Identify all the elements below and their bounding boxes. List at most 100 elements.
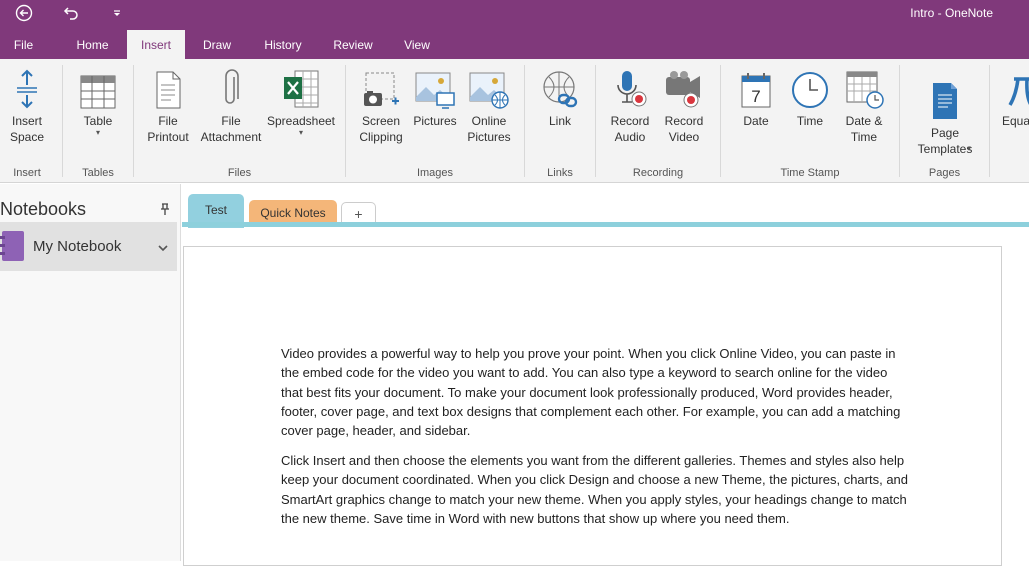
back-button[interactable] [10,0,38,26]
tab-draw[interactable]: Draw [193,30,241,59]
record-video-button[interactable]: Record Video [660,65,708,145]
file-printout-icon [156,71,181,109]
tab-view[interactable]: View [393,30,441,59]
link-label: Link [548,114,571,128]
page-template-icon [933,83,957,119]
tab-home[interactable]: Home [65,30,120,59]
file-attachment-button[interactable]: File Attachment [197,65,265,145]
customize-icon [114,10,120,16]
insert-space-icon [17,69,37,109]
equation-button[interactable]: Equa [1002,65,1029,129]
online-pictures-label: Online Pictures [467,114,511,144]
date-time-icon [846,71,884,109]
excel-icon [284,70,319,108]
group-label-tables: Tables [82,167,114,179]
video-camera-icon [666,71,700,108]
back-icon [15,4,33,22]
online-pictures-button[interactable]: Online Pictures [464,65,514,145]
date-and-time-button[interactable]: Date & Time [840,65,888,145]
screen-clipping-button[interactable]: Screen Clipping [356,65,406,145]
date-and-time-label: Date & Time [845,114,883,144]
page-paragraph[interactable]: Video provides a powerful way to help yo… [281,344,911,440]
group-label-files: Files [227,167,252,179]
spreadsheet-label: Spreadsheet [266,114,336,128]
group-label-pages: Pages [928,167,961,179]
online-pictures-icon [469,72,509,109]
group-label-links: Links [547,167,573,179]
pin-icon [161,203,169,215]
page-paragraph[interactable]: Click Insert and then choose the element… [281,451,911,528]
page-templates-button[interactable]: Page Templates ▾ [910,65,980,157]
divider [595,65,596,177]
tab-insert[interactable]: Insert [127,30,185,59]
chevron-down-icon [158,245,168,252]
calendar-date-number: 7 [751,87,760,106]
ribbon: Insert Space Table ▾ File Printout File … [0,59,1029,183]
divider [720,65,721,177]
customize-quick-access-button[interactable] [108,0,126,26]
table-button[interactable]: Table ▾ [77,65,119,137]
screen-clipping-icon [364,72,399,106]
date-button[interactable]: 7 Date [735,65,777,129]
divider [62,65,63,177]
divider [524,65,525,177]
pictures-icon [415,72,455,109]
group-label-time-stamp: Time Stamp [780,167,840,179]
notebooks-pane: Notebooks My Notebook [0,184,181,561]
link-button[interactable]: Link [538,65,582,129]
expand-notebook-button[interactable] [157,240,169,252]
divider [989,65,990,177]
link-icon [543,71,578,108]
pictures-button[interactable]: Pictures [412,65,458,129]
group-label-recording: Recording [632,167,684,179]
record-audio-label: Record Audio [610,114,650,144]
file-printout-label: File Printout [147,114,189,144]
record-audio-button[interactable]: Record Audio [606,65,654,145]
screen-clipping-label: Screen Clipping [359,114,403,144]
table-dropdown-icon[interactable]: ▾ [96,129,100,137]
tab-file[interactable]: File [0,30,47,59]
group-label-insert: Insert [13,167,41,179]
equation-label: Equa [1002,114,1029,128]
notebook-icon [0,231,24,261]
divider [133,65,134,177]
section-tabs: Test Quick Notes + [182,184,1029,228]
undo-icon [63,7,78,20]
table-label: Table [83,114,113,128]
calendar-icon: 7 [741,73,771,108]
section-color-bar [182,222,1029,227]
insert-space-label: Insert Space [9,114,45,144]
time-button[interactable]: Time [789,65,831,129]
paperclip-icon [225,69,239,104]
window-title: Intro - OneNote [910,6,993,20]
spreadsheet-dropdown-icon[interactable]: ▾ [299,129,303,137]
tab-review[interactable]: Review [325,30,381,59]
notebooks-title: Notebooks [0,199,87,219]
page-templates-label: Page Templates [917,126,973,156]
pictures-label: Pictures [413,114,457,128]
notebook-label: My Notebook [33,238,122,255]
group-label-images: Images [416,167,454,179]
divider [899,65,900,177]
notebook-item[interactable]: My Notebook [0,222,177,271]
clock-icon [792,72,828,108]
divider [345,65,346,177]
spreadsheet-button[interactable]: Spreadsheet ▾ [266,65,336,137]
file-printout-button[interactable]: File Printout [145,65,191,145]
file-attachment-label: File Attachment [200,114,262,144]
insert-space-button[interactable]: Insert Space [6,65,48,145]
pin-pane-button[interactable] [158,202,172,216]
undo-button[interactable] [58,0,84,26]
microphone-icon [617,71,647,107]
table-icon [80,75,116,109]
add-section-button[interactable]: + [341,202,376,224]
pi-icon [1008,77,1029,106]
ribbon-tabs: File Home Insert Draw History Review Vie… [0,30,1029,59]
title-bar: Intro - OneNote [0,0,1029,30]
tab-history[interactable]: History [255,30,311,59]
date-label: Date [743,114,769,128]
page-canvas[interactable]: Video provides a powerful way to help yo… [183,246,1002,566]
time-label: Time [796,114,824,128]
record-video-label: Record Video [664,114,704,144]
page-templates-dropdown-icon[interactable]: ▾ [967,145,971,153]
